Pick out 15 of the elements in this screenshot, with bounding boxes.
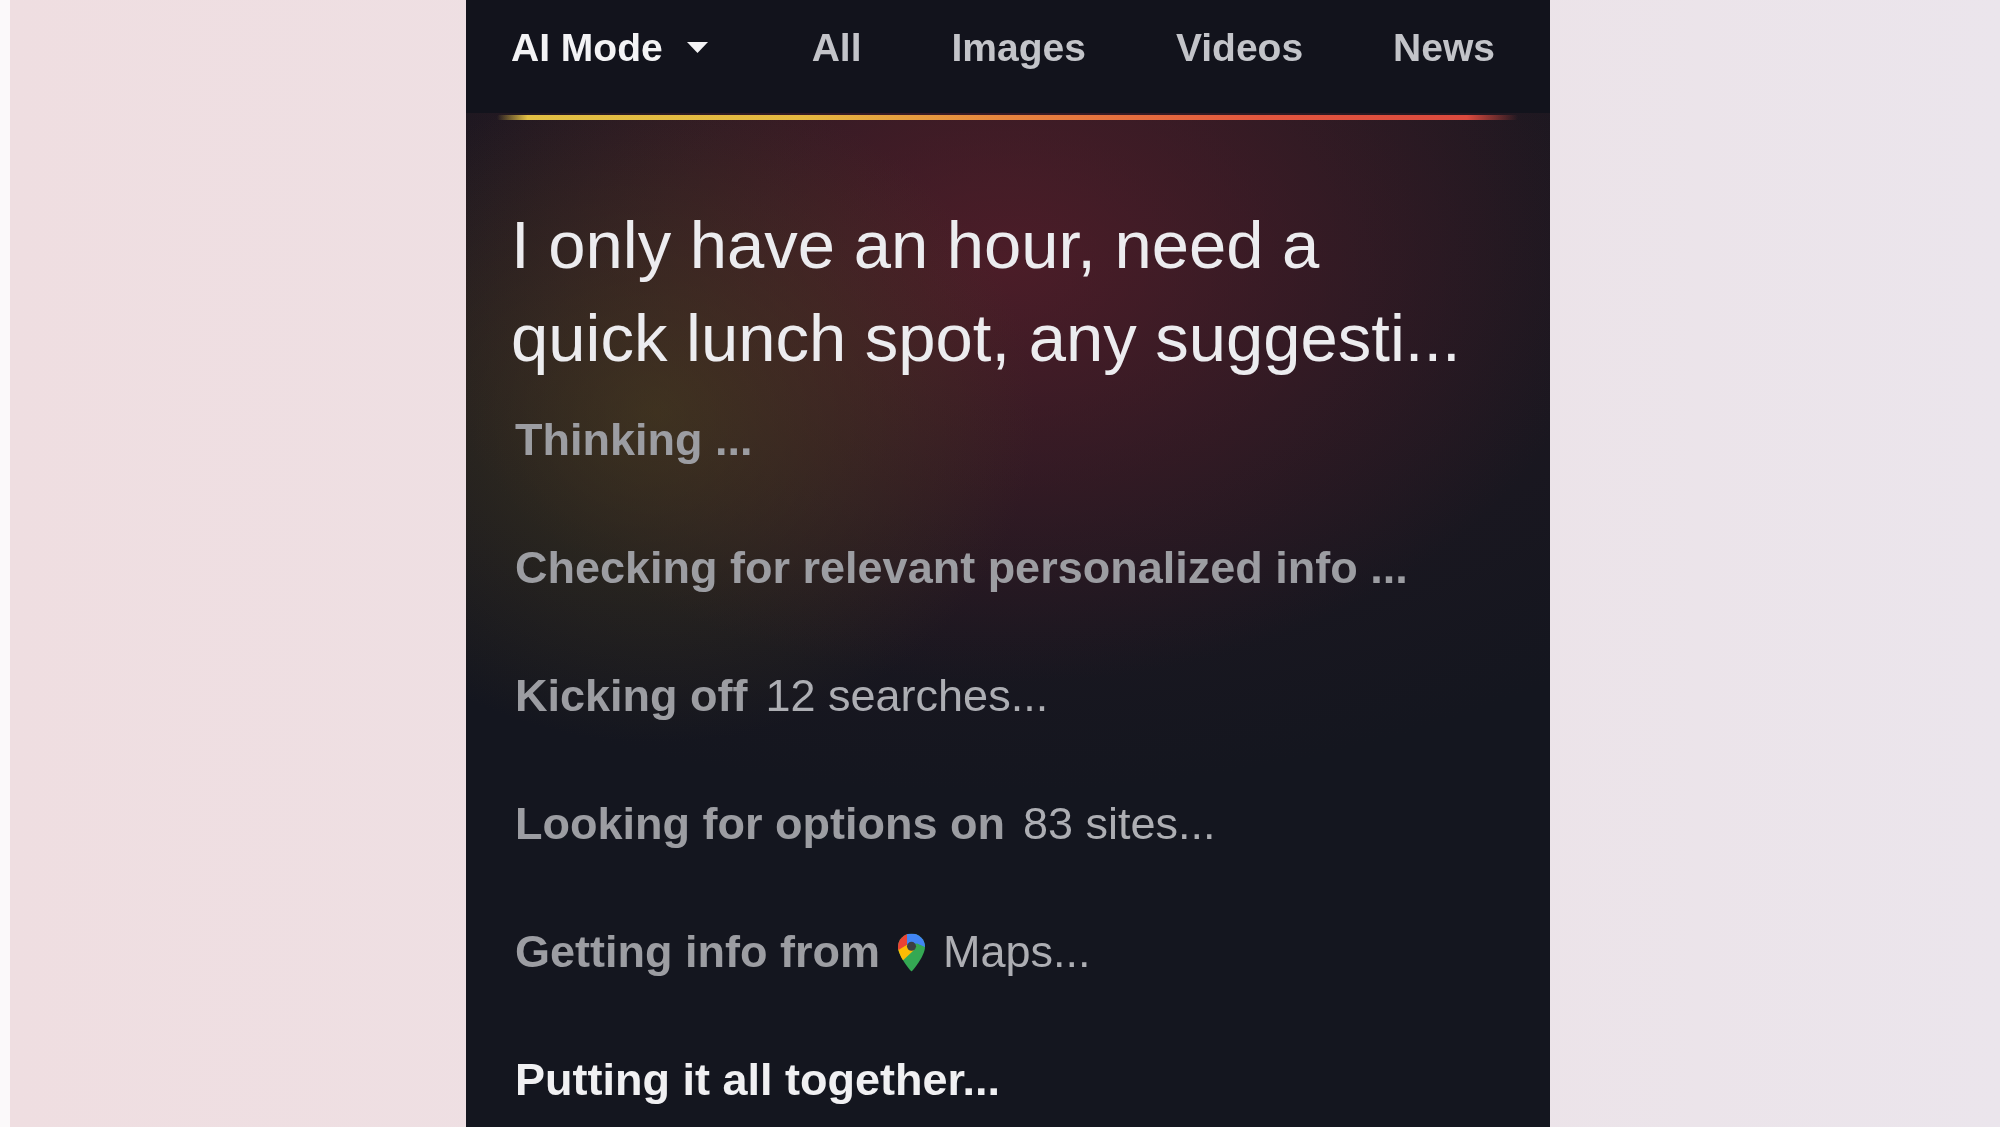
status-text: Looking for options on: [515, 797, 1005, 851]
query-text: I only have an hour, need a quick lunch spot, any suggesti...: [511, 206, 1462, 377]
status-text: Putting it all together...: [515, 1053, 1000, 1107]
status-detail: 12 searches...: [765, 669, 1049, 723]
status-detail: Maps...: [942, 925, 1091, 979]
status-text: Kicking off: [515, 669, 748, 723]
tab[interactable]: Videos: [1175, 24, 1304, 71]
status-detail: 83 sites...: [1022, 797, 1216, 851]
tab[interactable]: Images: [951, 24, 1086, 71]
mode-dropdown-tab[interactable]: AI Mode: [511, 24, 708, 71]
tab[interactable]: All: [811, 24, 862, 71]
status-text: Thinking ...: [515, 413, 753, 467]
status-text: Checking for relevant personalized info ...: [515, 541, 1408, 595]
status-text: Getting info from: [515, 925, 880, 979]
tab[interactable]: News: [1393, 24, 1495, 71]
